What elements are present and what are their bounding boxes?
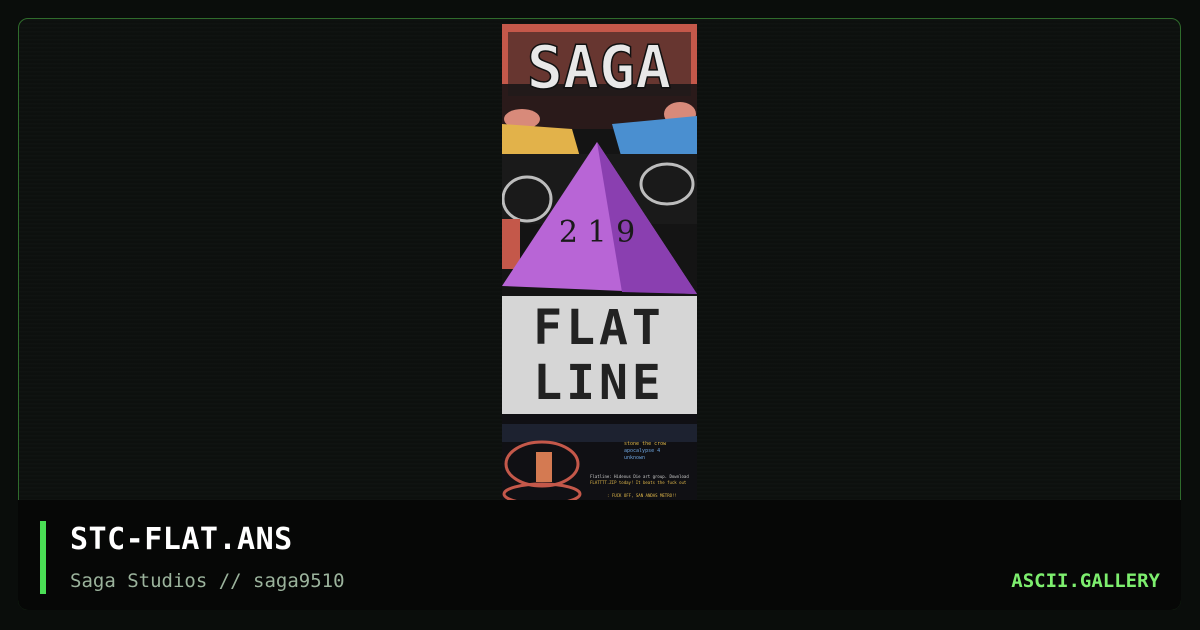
info-footer: STC-FLAT.ANS Saga Studios // saga9510 AS…	[18, 500, 1181, 610]
art-credits-line1: stone the crow	[624, 441, 667, 447]
ansi-artwork-preview[interactable]: SAGA 2 1 9 FLAT LINE stone the crow apoc…	[502, 24, 697, 500]
art-lower-dim-band	[502, 424, 697, 442]
art-pyramid-text: 2 1 9	[559, 215, 635, 250]
art-red-side	[502, 219, 520, 269]
art-headline-line2: LINE	[533, 355, 665, 411]
art-footer-line3: : FUCK OFF, SAN ANDAS METRO!!	[607, 493, 677, 498]
art-credits-line3: unknown	[624, 455, 645, 461]
art-headline-line1: FLAT	[533, 300, 665, 356]
art-ornament-block	[536, 452, 552, 482]
art-footer-line1: Flatline: Hideous Die art group. Downloa…	[590, 474, 689, 479]
site-brand[interactable]: ASCII.GALLERY	[1011, 570, 1160, 592]
art-logo-text: SAGA	[527, 33, 672, 103]
art-credits-line2: apocalypse 4	[624, 448, 660, 454]
author-subtitle[interactable]: Saga Studios // saga9510	[70, 570, 345, 592]
file-title[interactable]: STC-FLAT.ANS	[70, 522, 293, 557]
art-footer-line2: FLATTTT.ZIP today! It beats the fuck out	[590, 480, 687, 485]
accent-bar	[40, 521, 46, 594]
